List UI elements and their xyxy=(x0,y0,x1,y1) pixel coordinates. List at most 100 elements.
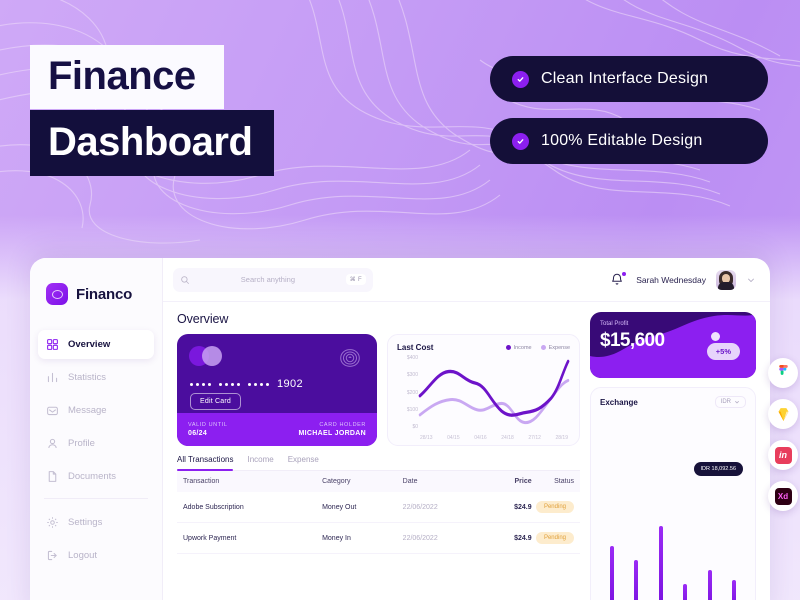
card-number: 1902 xyxy=(190,378,303,390)
column-date: Date xyxy=(402,471,484,492)
search-input[interactable]: Search anything ⌘ F xyxy=(173,267,373,292)
sidebar-item-label: Documents xyxy=(68,471,117,482)
sidebar-item-label: Statistics xyxy=(68,372,107,383)
tab-income[interactable]: Income xyxy=(247,455,273,470)
adobe-xd-glyph: Xd xyxy=(774,487,792,505)
table-header-row: Transaction Category Date Price Status xyxy=(177,471,580,492)
feature-pill-label: Clean Interface Design xyxy=(541,70,709,87)
x-tick: 27/12 xyxy=(528,435,541,441)
tab-all-transactions[interactable]: All Transactions xyxy=(177,455,234,471)
sidebar-item-label: Settings xyxy=(68,517,103,528)
credit-card[interactable]: 1902 Edit Card VALID UNTIL 06/24 CARD HO… xyxy=(177,334,377,446)
exchange-title: Exchange xyxy=(600,397,638,407)
total-profit-card: Total Profit $15,600 +5% xyxy=(590,312,756,378)
brand[interactable]: Financo xyxy=(30,274,162,314)
bar-group[interactable]: Jun xyxy=(677,584,693,600)
status-badge: Pending xyxy=(535,532,574,544)
legend-item-income: Income xyxy=(505,344,532,351)
brand-name: Financo xyxy=(76,285,133,303)
cell-status: Pending xyxy=(531,522,580,554)
sketch-icon[interactable] xyxy=(768,399,798,429)
feature-pill-label: 100% Editable Design xyxy=(541,132,703,149)
bar-group[interactable]: May xyxy=(653,526,669,600)
last-cost-chart-card: Last Cost Income Expense $400 $300 $200 … xyxy=(387,334,580,446)
bar-group[interactable]: Aug xyxy=(726,580,742,600)
cell-price: $24.9 xyxy=(483,492,532,523)
column-category: Category xyxy=(322,471,403,492)
bar-group[interactable]: Jul xyxy=(702,570,718,600)
sidebar-item-label: Logout xyxy=(68,550,98,561)
y-tick: $100 xyxy=(406,406,418,413)
avatar[interactable] xyxy=(716,269,736,290)
exchange-tooltip: IDR 18,092.56 xyxy=(693,462,743,476)
bar-chart-icon xyxy=(47,372,58,383)
card-valid-value: 06/24 xyxy=(188,430,208,437)
bar xyxy=(634,560,639,600)
sidebar-item-profile[interactable]: Profile xyxy=(38,429,154,458)
sidebar-item-logout[interactable]: Logout xyxy=(38,541,154,570)
y-tick: $400 xyxy=(406,355,418,361)
invision-glyph: in xyxy=(774,446,792,464)
card-number-last4: 1902 xyxy=(277,378,304,390)
hero-title-line2: Dashboard xyxy=(30,110,275,176)
card-holder: CARD HOLDER MICHAEL JORDAN xyxy=(299,422,366,437)
column-transaction: Transaction xyxy=(177,471,323,492)
bar-group[interactable]: Feb xyxy=(628,560,644,600)
y-tick: $300 xyxy=(406,372,418,379)
topbar: Search anything ⌘ F Sarah Wednesday xyxy=(163,258,770,302)
transactions-table: Transaction Category Date Price Status A… xyxy=(177,471,580,554)
sidebar-item-label: Overview xyxy=(68,339,111,350)
cell-category: Money Out xyxy=(322,492,403,523)
notification-button[interactable] xyxy=(610,270,628,288)
sidebar-item-settings[interactable]: Settings xyxy=(38,508,154,537)
x-tick: 04/15 xyxy=(447,435,460,441)
last-cost-lines xyxy=(418,359,570,425)
card-brand-icon xyxy=(189,346,227,366)
edit-card-button[interactable]: Edit Card xyxy=(190,393,241,410)
cell-status: Pending xyxy=(531,492,580,523)
y-tick: $200 xyxy=(406,389,418,396)
exchange-header: Exchange IDR xyxy=(600,396,746,408)
adobe-xd-icon[interactable]: Xd xyxy=(768,481,798,511)
bar xyxy=(610,546,614,600)
figma-icon[interactable] xyxy=(768,358,798,388)
card-holder-value: MICHAEL JORDAN xyxy=(298,430,366,437)
document-icon xyxy=(48,471,57,482)
exchange-card: Exchange IDR Jan Feb xyxy=(590,387,756,600)
sketch-glyph xyxy=(778,407,788,421)
column-status: Status xyxy=(531,471,580,492)
currency-select[interactable]: IDR xyxy=(714,396,746,408)
sidebar-item-statistics[interactable]: Statistics xyxy=(38,363,154,392)
sidebar-item-message[interactable]: Message xyxy=(38,396,154,425)
sidebar-item-overview[interactable]: Overview xyxy=(38,330,154,359)
chart-legend: Income Expense xyxy=(505,344,570,351)
x-tick: 28/19 xyxy=(555,435,568,441)
invision-icon[interactable]: in xyxy=(768,440,798,470)
sidebar-nav: Overview Statistics Message Profile Docu… xyxy=(30,330,162,570)
gear-icon xyxy=(47,517,58,528)
feature-pill-clean-interface: Clean Interface Design xyxy=(490,56,768,102)
last-cost-header: Last Cost Income Expense xyxy=(397,343,570,352)
user-icon xyxy=(48,438,57,449)
legend-label: Income xyxy=(513,344,532,351)
tab-expense[interactable]: Expense xyxy=(288,455,319,470)
table-row[interactable]: Adobe Subscription Money Out 22/06/2022 … xyxy=(177,492,580,523)
exchange-bar-chart: Jan Feb May Jun xyxy=(600,408,746,600)
transactions-section: All Transactions Income Expense Transact… xyxy=(177,455,580,600)
bar-group[interactable]: Jan xyxy=(604,546,620,600)
table-row[interactable]: Upwork Payment Money In 22/06/2022 $24.9… xyxy=(177,522,580,554)
x-tick: 24/18 xyxy=(501,435,514,441)
y-axis-ticks: $400 $300 $200 $100 $0 xyxy=(397,355,418,441)
search-icon xyxy=(181,275,189,284)
profit-change-badge: +5% xyxy=(706,343,740,360)
content-area: Overview 1902 Edit Card VALID UNTIL 06/2… xyxy=(163,302,770,600)
bar xyxy=(731,580,736,600)
cards-row: 1902 Edit Card VALID UNTIL 06/24 CARD HO… xyxy=(177,334,580,446)
chevron-down-icon[interactable] xyxy=(746,275,756,285)
card-number-mask xyxy=(219,382,240,386)
transactions-tabs: All Transactions Income Expense xyxy=(177,455,580,471)
legend-label: Expense xyxy=(548,344,570,351)
card-number-mask xyxy=(248,382,269,386)
column-price: Price xyxy=(483,471,532,492)
sidebar-item-documents[interactable]: Documents xyxy=(38,462,154,491)
